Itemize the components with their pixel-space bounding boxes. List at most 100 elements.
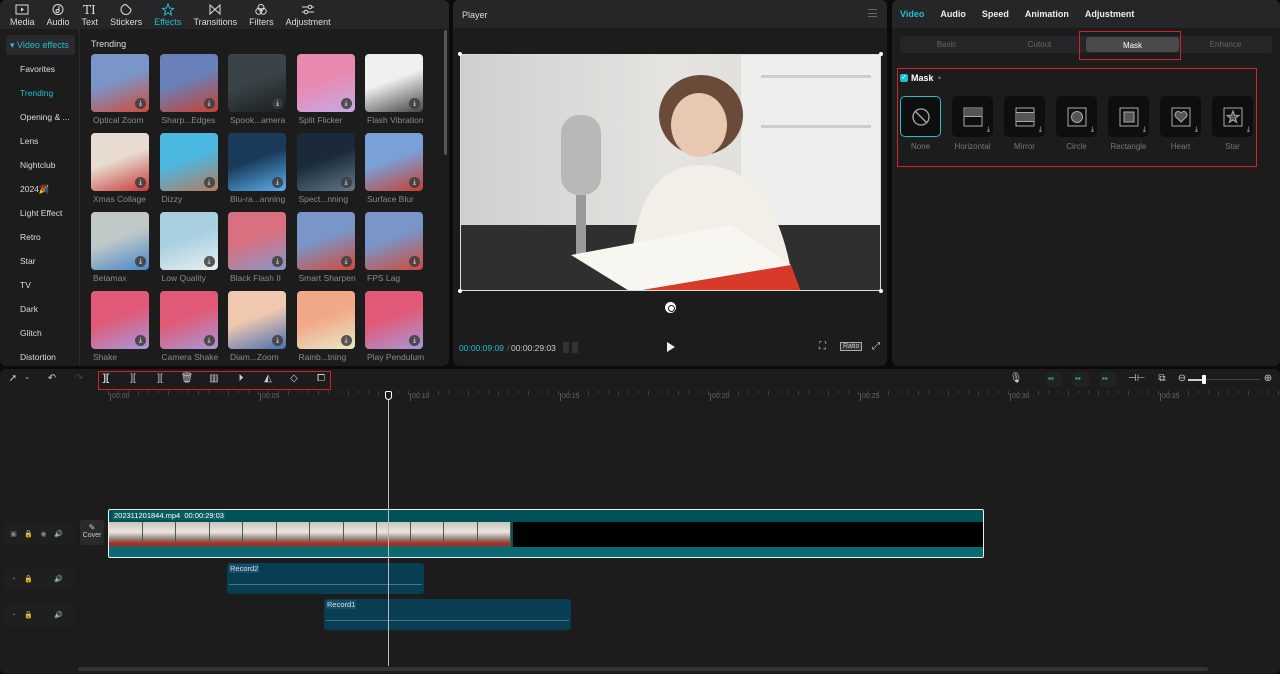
- time-ruler[interactable]: 00:00 00:05 00:10 00:15 00:20 00:25 00:30 00:35: [108, 391, 1280, 405]
- zoom-out-icon[interactable]: ⊖: [1175, 373, 1189, 384]
- download-icon[interactable]: ⤓: [203, 256, 215, 267]
- sidebar-item[interactable]: Retro: [0, 225, 79, 249]
- effect-card[interactable]: ⤓ Sharp...Edges: [159, 54, 218, 125]
- rotate-clip-icon[interactable]: ◇: [287, 373, 301, 384]
- tab-adjustment-props[interactable]: Adjustment: [1085, 9, 1135, 19]
- effect-card[interactable]: ⤓ Split Flicker: [296, 54, 355, 125]
- timecode-grid-icon[interactable]: [563, 342, 578, 353]
- ratio-button[interactable]: Ratio: [840, 342, 863, 351]
- tab-transitions[interactable]: Transitions: [187, 0, 243, 29]
- download-icon[interactable]: ⤓: [340, 256, 352, 267]
- effect-card[interactable]: ⤓ Optical Zoom: [91, 54, 149, 125]
- tab-media[interactable]: Media: [4, 0, 41, 29]
- video-clip[interactable]: 202311201844.mp4 00:00:29:03: [108, 509, 984, 558]
- tab-effects[interactable]: Effects: [148, 0, 187, 29]
- download-icon[interactable]: ⤓: [135, 256, 146, 267]
- crop-icon[interactable]: ⧠: [314, 373, 328, 384]
- mirror-icon[interactable]: ◭: [261, 373, 275, 384]
- tab-video[interactable]: Video: [900, 9, 924, 19]
- download-icon[interactable]: ⤓: [409, 256, 420, 267]
- sidebar-item[interactable]: Star: [0, 249, 79, 273]
- mask-checkbox[interactable]: ✓: [900, 74, 908, 82]
- download-icon[interactable]: ⤓: [135, 335, 146, 346]
- download-icon[interactable]: ⤓: [409, 335, 420, 346]
- preview-axis-toggle[interactable]: ▪▪: [1100, 372, 1116, 387]
- tab-filters[interactable]: Filters: [243, 0, 280, 29]
- download-icon[interactable]: ⤓: [340, 335, 352, 346]
- sidebar-item[interactable]: Trending: [0, 81, 79, 105]
- video-preview[interactable]: [460, 54, 881, 291]
- download-icon[interactable]: ⤓: [409, 177, 420, 188]
- effect-card[interactable]: ⤓ Flash Vibration: [365, 54, 424, 125]
- eye-icon[interactable]: ◉: [39, 530, 48, 539]
- split-icon[interactable]: ][: [99, 373, 113, 384]
- split-align-icon[interactable]: ⊣⊢: [1128, 373, 1145, 384]
- menu-icon[interactable]: [868, 9, 877, 17]
- mask-option-circle[interactable]: ⤓ Circle: [1056, 96, 1097, 151]
- effect-card[interactable]: ⤓ Dizzy: [159, 133, 218, 204]
- play-button[interactable]: [667, 342, 675, 352]
- undo-icon[interactable]: ↶: [45, 373, 59, 384]
- mask-option-horizontal[interactable]: ⤓ Horizontal: [952, 96, 993, 151]
- playhead-line[interactable]: [388, 391, 389, 666]
- tab-audio-props[interactable]: Audio: [940, 9, 966, 19]
- download-icon[interactable]: ⤓: [272, 256, 283, 267]
- chevron-down-icon[interactable]: ⌄: [20, 373, 34, 381]
- volume-line[interactable]: [229, 584, 422, 585]
- mask-option-heart[interactable]: ⤓ Heart: [1160, 96, 1201, 151]
- mask-option-star[interactable]: ⤓ Star: [1212, 96, 1253, 151]
- audio-clip-record1[interactable]: Record1: [324, 599, 571, 630]
- effect-card[interactable]: ⤓ Black Flash II: [228, 212, 286, 283]
- sidebar-item[interactable]: Lens: [0, 129, 79, 153]
- split-right-icon[interactable]: ][: [153, 373, 167, 384]
- effect-card[interactable]: ⤓ Play Pendulum: [365, 291, 424, 362]
- tab-speed[interactable]: Speed: [982, 9, 1009, 19]
- mask-option-mirror[interactable]: ⤓ Mirror: [1004, 96, 1045, 151]
- subtab-enhance[interactable]: Enhance: [1179, 36, 1272, 53]
- tab-audio[interactable]: Audio: [41, 0, 76, 29]
- sidebar-item[interactable]: Light Effect: [0, 201, 79, 225]
- collapse-caret-icon[interactable]: ▲: [937, 75, 943, 81]
- audio-clip-record2[interactable]: Record2: [227, 563, 424, 594]
- freeze-icon[interactable]: ▥: [207, 373, 221, 384]
- sidebar-item[interactable]: Nightclub: [0, 153, 79, 177]
- microphone-icon[interactable]: 🎙: [1009, 373, 1023, 384]
- sidebar-item[interactable]: TV: [0, 273, 79, 297]
- download-icon[interactable]: ⤓: [340, 177, 352, 188]
- effect-card[interactable]: ⤓ Betamax: [91, 212, 149, 283]
- speaker-icon[interactable]: 🔊: [54, 611, 63, 620]
- subtab-basic[interactable]: Basic: [900, 36, 993, 53]
- effect-card[interactable]: ⤓ FPS Lag: [365, 212, 423, 283]
- sidebar-item[interactable]: Distortion: [0, 345, 79, 366]
- playhead-handle[interactable]: [385, 391, 392, 400]
- effect-card[interactable]: ⤓ Blu-ra...anning: [228, 133, 286, 204]
- sidebar-item[interactable]: Glitch: [0, 321, 79, 345]
- effect-card[interactable]: ⤓ Spect...nning: [296, 133, 355, 204]
- delete-icon[interactable]: 🗑: [180, 373, 194, 384]
- resize-handle-br[interactable]: [879, 289, 883, 293]
- linkage-toggle[interactable]: ▪▪: [1073, 372, 1089, 387]
- select-cursor-icon[interactable]: ➚: [6, 373, 20, 384]
- fullscreen-icon[interactable]: ⤢: [872, 341, 880, 352]
- cover-button[interactable]: ✎ Cover: [80, 520, 104, 545]
- tab-adjustment[interactable]: Adjustment: [280, 0, 337, 29]
- download-icon[interactable]: ⤓: [203, 335, 215, 346]
- reverse-icon[interactable]: ⏵: [234, 373, 248, 384]
- volume-line[interactable]: [326, 620, 569, 621]
- effect-card[interactable]: ⤓ Rainb...tning: [296, 291, 355, 362]
- download-icon[interactable]: ⤓: [135, 177, 146, 188]
- effect-card[interactable]: ⤓ Surface Blur: [365, 133, 423, 204]
- tab-stickers[interactable]: Stickers: [104, 0, 148, 29]
- redo-icon[interactable]: ↷: [72, 373, 86, 384]
- speaker-icon[interactable]: 🔊: [54, 575, 63, 584]
- download-icon[interactable]: ⤓: [203, 98, 215, 109]
- download-icon[interactable]: ⤓: [409, 98, 420, 109]
- download-icon[interactable]: ⤓: [272, 177, 283, 188]
- effect-card[interactable]: ⤓ Smart Sharpen: [296, 212, 356, 283]
- download-icon[interactable]: ⤓: [272, 335, 283, 346]
- timeline-horizontal-scrollbar[interactable]: [78, 667, 1208, 671]
- sidebar-item[interactable]: Opening & ...: [0, 105, 79, 129]
- zoom-slider-knob[interactable]: [1202, 375, 1207, 384]
- effect-card[interactable]: ⤓ Spook...amera: [228, 54, 286, 125]
- lock-icon[interactable]: 🔒: [24, 611, 33, 620]
